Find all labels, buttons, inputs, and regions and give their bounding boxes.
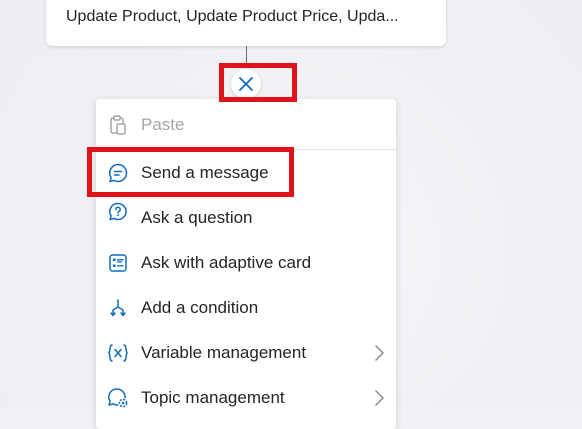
branch-icon [106,296,130,320]
action-node-text: Update Product, Update Product Price, Up… [66,8,399,25]
menu-item-add-condition[interactable]: Add a condition [96,285,396,330]
menu-item-label: Ask a question [141,207,253,227]
menu-item-label: Ask with adaptive card [141,252,312,272]
menu-item-label: Paste [141,114,185,134]
close-add-node-button[interactable] [231,69,261,99]
close-icon [239,77,253,91]
menu-item-label: Add a condition [141,297,259,317]
menu-item-send-message[interactable]: Send a message [96,150,396,195]
paste-icon [106,113,130,137]
authoring-canvas: Update Product, Update Product Price, Up… [0,0,582,429]
action-node-card[interactable]: Update Product, Update Product Price, Up… [46,0,446,46]
menu-item-ask-question[interactable]: Ask a question [96,195,396,240]
node-connector-line [246,46,247,68]
question-bubble-icon [106,200,130,224]
menu-item-label: Send a message [141,162,269,182]
chat-bubble-icon [106,161,130,185]
chevron-right-icon [375,390,384,406]
variable-icon [106,341,130,365]
chevron-right-icon [375,345,384,361]
add-node-menu: Paste Send a message Ask a question Ask … [96,99,396,429]
menu-item-label: Topic management [141,387,285,407]
menu-item-label: Variable management [141,342,307,362]
menu-item-ask-adaptive-card[interactable]: Ask with adaptive card [96,240,396,285]
menu-item-paste[interactable]: Paste [96,102,396,147]
menu-item-topic-management[interactable]: Topic management [96,375,396,420]
menu-item-variable-management[interactable]: Variable management [96,330,396,375]
topic-gear-icon [106,386,130,410]
adaptive-card-icon [106,251,130,275]
